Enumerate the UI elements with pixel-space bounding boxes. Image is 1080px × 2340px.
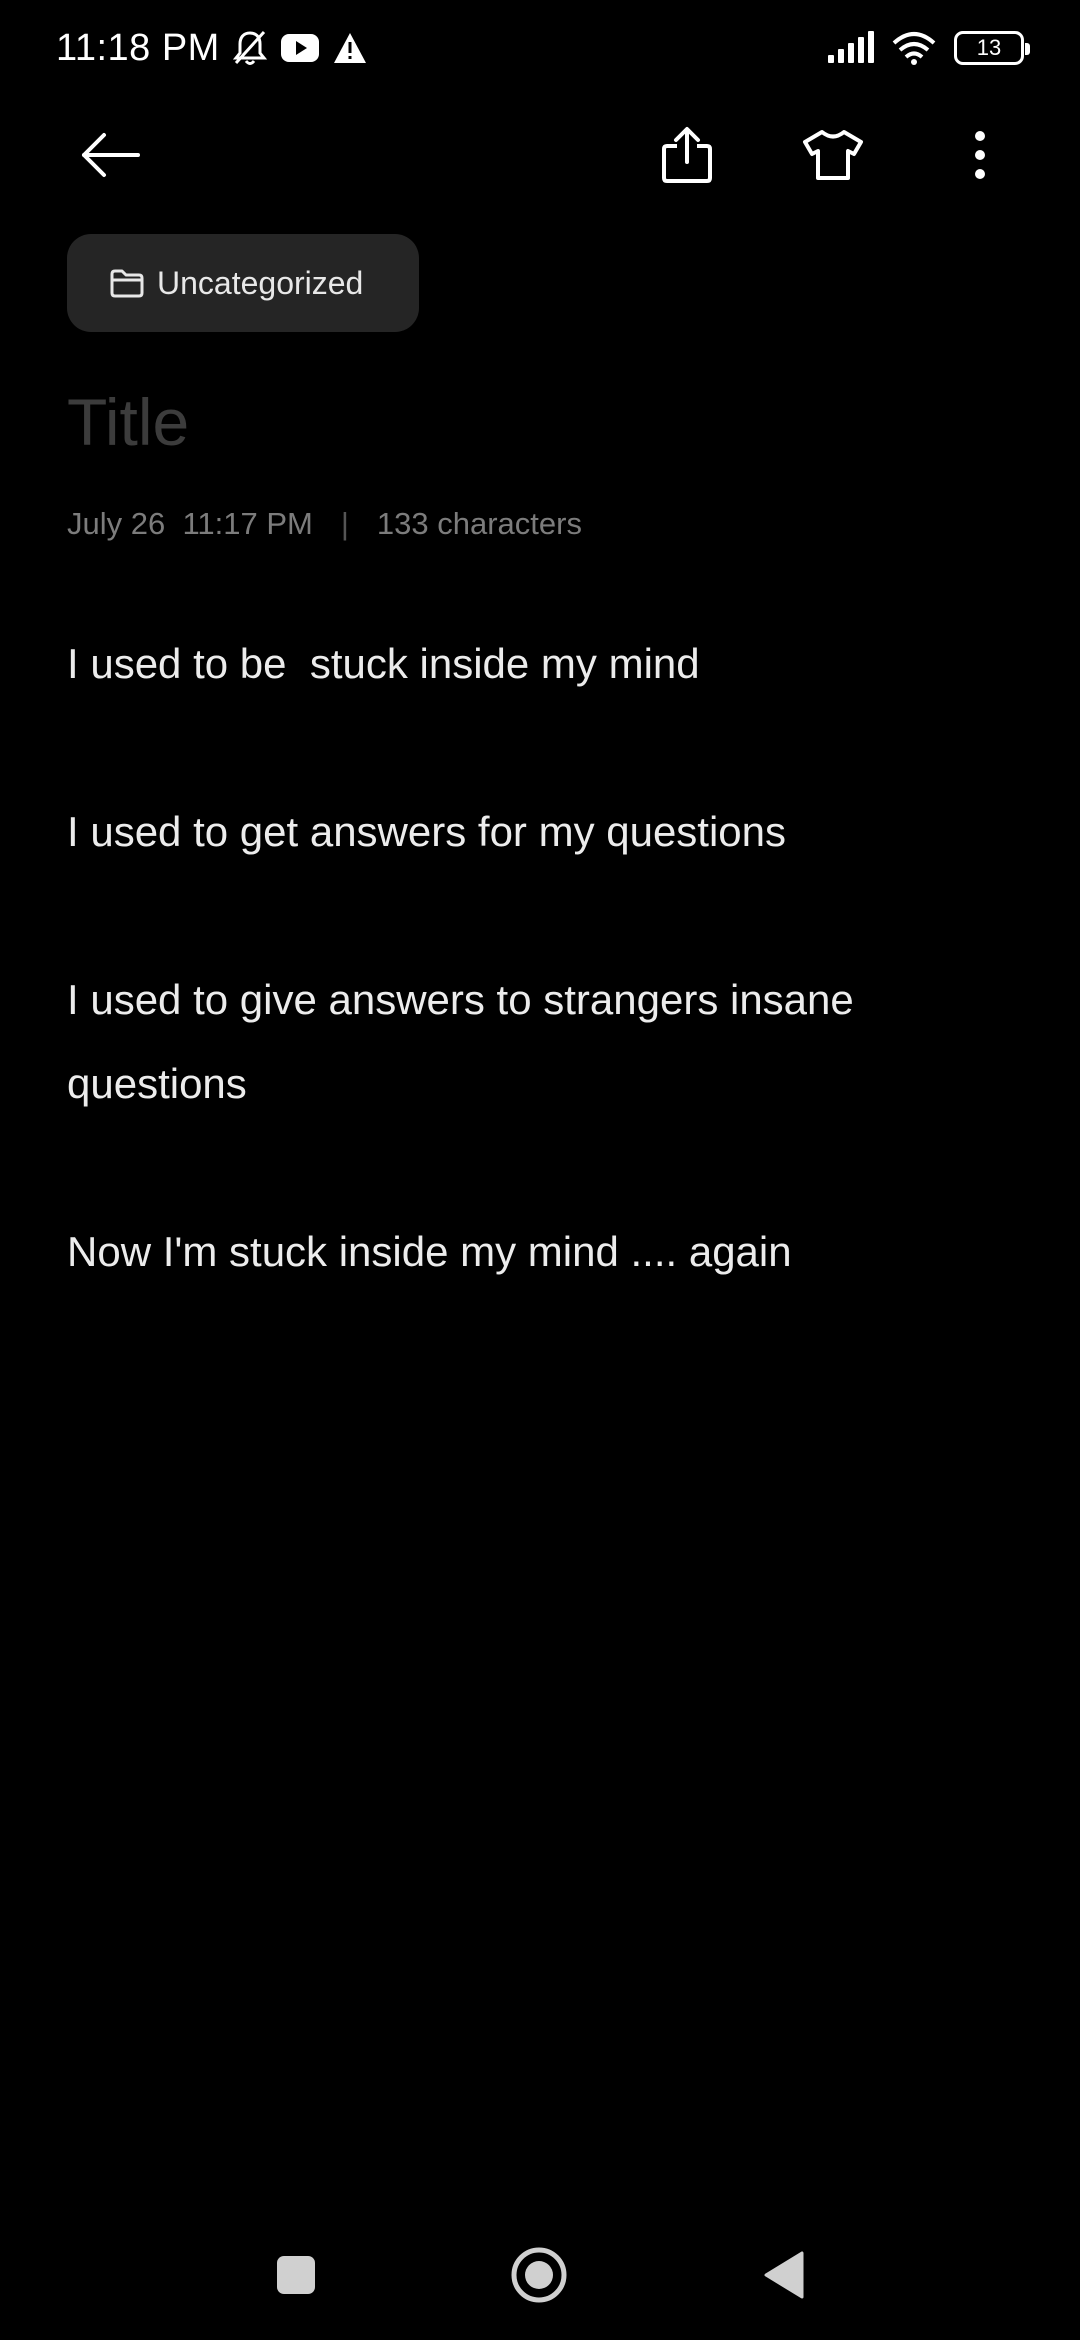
more-vert-icon (975, 131, 985, 179)
wifi-icon (892, 31, 936, 65)
signal-icon (826, 31, 874, 65)
note-editor-screen: 11:18 PM 13 Uncategorized Title July 26 … (0, 0, 1080, 2340)
back-arrow-icon (82, 133, 140, 177)
folder-icon (110, 269, 144, 298)
note-line: I used to give answers to strangers insa… (67, 976, 866, 1107)
back-triangle-icon (764, 2251, 804, 2299)
category-chip[interactable]: Uncategorized (67, 234, 419, 332)
theme-shirt-icon (803, 130, 863, 180)
status-bar: 11:18 PM 13 (0, 0, 1080, 96)
note-line: Now I'm stuck inside my mind .... again (67, 1228, 792, 1275)
battery-level: 13 (976, 35, 1002, 60)
nav-back-button[interactable] (729, 2220, 839, 2330)
more-options-button[interactable] (935, 110, 1025, 200)
back-button[interactable] (66, 110, 156, 200)
home-circle-icon (511, 2247, 567, 2303)
theme-button[interactable] (788, 110, 878, 200)
note-line (67, 874, 1017, 958)
note-line: I used to get answers for my questions (67, 808, 787, 855)
note-line (67, 706, 1017, 790)
status-right: 13 (826, 31, 1030, 65)
recents-square-icon (277, 2256, 315, 2294)
youtube-icon (280, 33, 320, 63)
notifications-muted-icon (232, 29, 268, 67)
note-toolbar (0, 110, 1080, 200)
share-button[interactable] (642, 110, 732, 200)
battery-icon: 13 (954, 31, 1030, 65)
status-left: 11:18 PM (56, 27, 368, 70)
meta-separator: | (340, 506, 349, 541)
note-date: July 26 11:17 PM (67, 506, 313, 541)
title-input[interactable]: Title (67, 384, 189, 460)
note-line: I used to be stuck inside my mind (67, 640, 700, 687)
char-count: 133 characters (376, 506, 582, 541)
note-line (67, 1126, 1017, 1210)
category-label: Uncategorized (157, 264, 364, 301)
note-meta: July 26 11:17 PM | 133 characters (67, 506, 582, 542)
share-icon (662, 127, 712, 183)
warning-icon (332, 31, 368, 65)
note-body-editor[interactable]: I used to be stuck inside my mind I used… (67, 622, 1017, 1294)
status-time: 11:18 PM (56, 26, 220, 69)
system-nav-bar (0, 2220, 1080, 2330)
home-button[interactable] (484, 2220, 594, 2330)
recents-button[interactable] (241, 2220, 351, 2330)
